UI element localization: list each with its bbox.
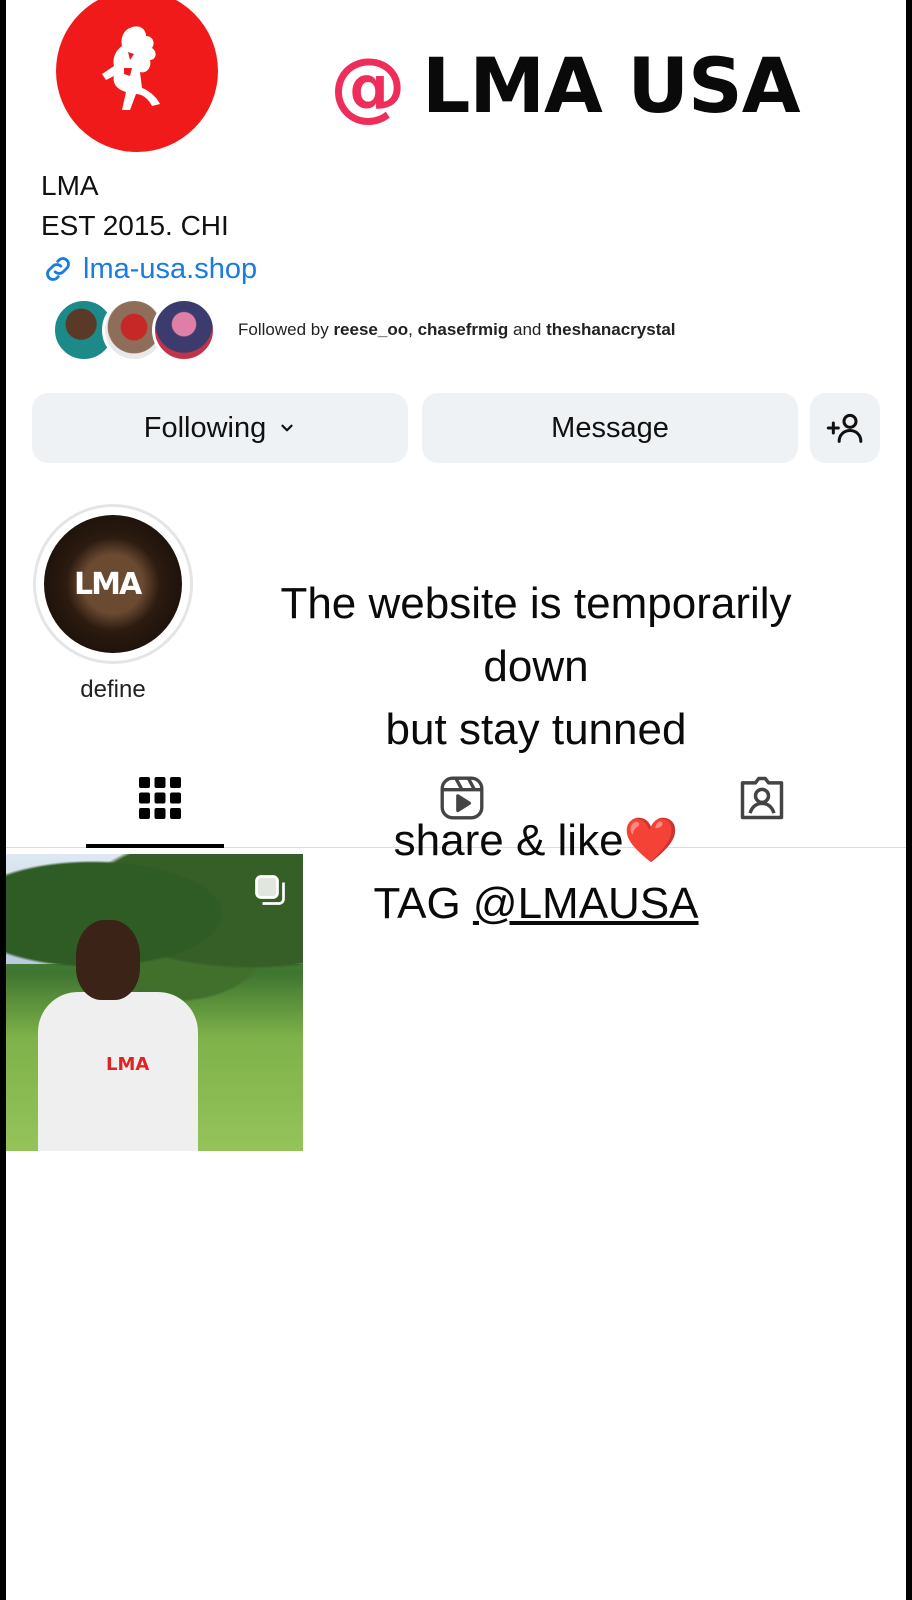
post-person-head [76,920,140,1000]
story-highlight[interactable]: LMA [33,504,193,664]
message-label: Message [551,411,669,444]
profile-link-text: lma-usa.shop [83,252,258,285]
overlay-share-text: share & like [393,816,624,865]
overlay-brand-name: LMA USA [422,41,801,130]
highlight-cover: LMA [44,515,182,653]
grid-icon [139,777,181,819]
mutual-followers[interactable]: Followed by reese_oo, chasefrmig and the… [52,298,676,362]
profile-bio: EST 2015. CHI [41,210,229,241]
following-label: Following [143,411,267,444]
overlay-handle-caption: @ LMA USA [330,41,801,130]
followers-prefix: Followed by [238,320,334,339]
profile-avatar[interactable] [56,0,218,152]
post-shirt-logo: LMA [106,1054,150,1075]
overlay-line-5: TAG @LMAUSA [236,872,836,935]
overlay-line-2: down [483,642,589,691]
overlay-line-3: but stay tunned [385,705,687,754]
followers-text: Followed by reese_oo, chasefrmig and the… [238,320,676,340]
profile-name: LMA [41,170,99,201]
follower-avatar [152,298,216,362]
overlay-tag-handle: @LMAUSA [472,879,699,928]
lion-logo-icon [102,26,160,111]
follower-username: chasefrmig [417,320,509,339]
heart-icon: ❤️ [623,816,679,865]
overlay-spacer [236,761,836,809]
link-icon [46,257,70,281]
suggested-users-button[interactable] [810,393,880,463]
tab-posts[interactable] [130,770,190,826]
profile-website-link[interactable]: lma-usa.shop [41,252,257,286]
followers-separator: , [408,320,418,339]
followers-and: and [508,320,547,339]
following-button[interactable]: Following [32,393,408,463]
right-frame-border [906,0,912,1600]
highlight-logo-text: LMA [74,567,142,602]
overlay-line-1: The website is temporarily [280,579,792,628]
chevron-down-icon [281,424,293,432]
active-tab-indicator [86,844,224,848]
follower-username: theshanacrystal [546,320,676,339]
highlight-label: define [80,676,146,703]
overlay-tag-prefix: TAG [373,879,473,928]
add-user-icon [826,413,863,443]
overlay-message: The website is temporarily down but stay… [236,572,836,935]
message-button[interactable]: Message [422,393,798,463]
overlay-at-sign: @ [330,41,406,130]
overlay-line-4: share & like❤️ [236,809,836,872]
follower-username: reese_oo [333,320,409,339]
